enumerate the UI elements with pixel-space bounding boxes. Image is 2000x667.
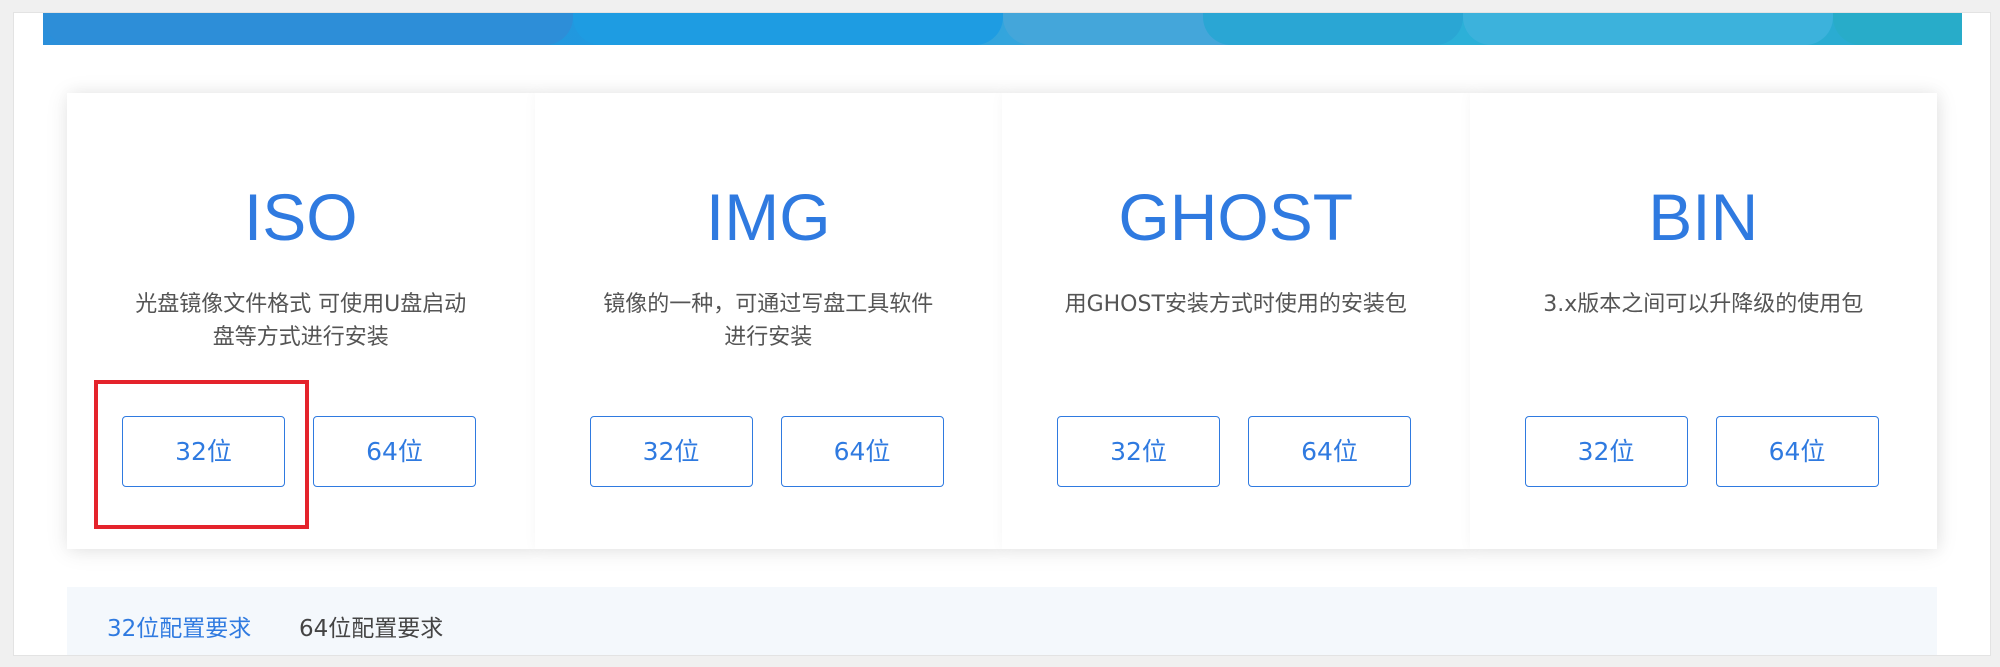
card-description: 镜像的一种，可通过写盘工具软件进行安装: [603, 292, 934, 350]
banner-decoration: [573, 13, 1003, 45]
card-description: 光盘镜像文件格式 可使用U盘启动盘等方式进行安装: [135, 292, 467, 350]
download-section: ISO 光盘镜像文件格式 可使用U盘启动盘等方式进行安装 32位 64位 IMG…: [13, 12, 1991, 656]
card-ghost: GHOST 用GHOST安装方式时使用的安装包 32位 64位: [1002, 93, 1470, 549]
img-64bit-button[interactable]: 64位: [780, 416, 944, 487]
ghost-64bit-button[interactable]: 64位: [1248, 416, 1411, 487]
format-cards: ISO 光盘镜像文件格式 可使用U盘启动盘等方式进行安装 32位 64位 IMG…: [67, 93, 1937, 549]
card-img: IMG 镜像的一种，可通过写盘工具软件进行安装 32位 64位: [534, 93, 1002, 549]
bin-32bit-button[interactable]: 32位: [1524, 416, 1688, 487]
card-description: 用GHOST安装方式时使用的安装包: [1064, 292, 1407, 317]
iso-32bit-button[interactable]: 32位: [122, 416, 285, 487]
card-iso: ISO 光盘镜像文件格式 可使用U盘启动盘等方式进行安装 32位 64位: [67, 93, 535, 549]
card-description: 3.x版本之间可以升降级的使用包: [1543, 292, 1864, 317]
tab-32bit-requirements[interactable]: 32位配置要求: [107, 614, 251, 644]
img-32bit-button[interactable]: 32位: [589, 416, 753, 487]
tab-64bit-requirements[interactable]: 64位配置要求: [299, 614, 443, 644]
top-banner: [43, 13, 1962, 45]
card-title: GHOST: [1118, 180, 1354, 254]
iso-64bit-button[interactable]: 64位: [313, 416, 476, 487]
banner-decoration: [43, 13, 573, 45]
banner-decoration: [1463, 13, 1833, 45]
card-title: ISO: [243, 180, 358, 254]
banner-decoration: [1203, 13, 1463, 45]
card-bin: BIN 3.x版本之间可以升降级的使用包 32位 64位: [1469, 93, 1937, 549]
requirements-tabs: 32位配置要求 64位配置要求: [67, 587, 1937, 655]
card-title: BIN: [1648, 180, 1759, 254]
banner-decoration: [1833, 13, 1962, 45]
bin-64bit-button[interactable]: 64位: [1715, 416, 1879, 487]
card-title: IMG: [705, 180, 831, 254]
ghost-32bit-button[interactable]: 32位: [1057, 416, 1220, 487]
